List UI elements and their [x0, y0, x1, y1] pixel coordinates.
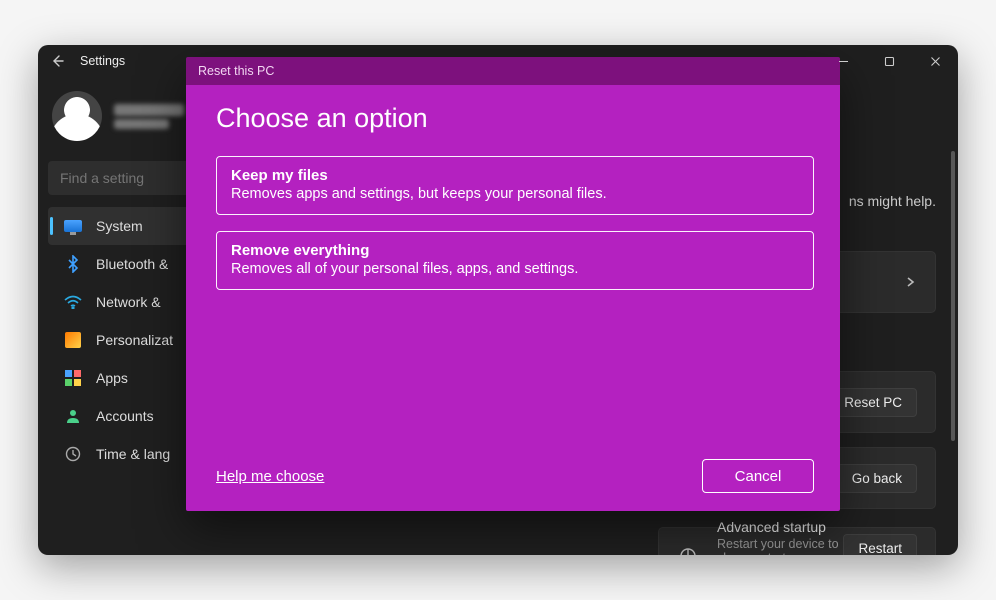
- system-icon: [64, 217, 82, 235]
- sidebar-item-label: Personalizat: [96, 332, 173, 348]
- option-keep-my-files[interactable]: Keep my files Removes apps and settings,…: [216, 156, 814, 215]
- restart-now-button[interactable]: Restart now: [843, 534, 917, 555]
- sidebar-item-label: Time & lang: [96, 446, 170, 462]
- sidebar-item-label: Accounts: [96, 408, 154, 424]
- settings-window: Settings System: [38, 45, 958, 555]
- row-description: Restart your device to change startup se…: [717, 537, 843, 555]
- content-scrollbar[interactable]: [951, 151, 955, 441]
- sidebar-item-label: Bluetooth &: [96, 256, 168, 272]
- dialog-footer: Help me choose Cancel: [216, 459, 814, 493]
- accounts-icon: [64, 407, 82, 425]
- personalization-icon: [64, 331, 82, 349]
- option-title: Keep my files: [231, 167, 799, 184]
- wifi-icon: [64, 293, 82, 311]
- clock-icon: [64, 445, 82, 463]
- user-name-redacted: [114, 104, 184, 116]
- option-description: Removes apps and settings, but keeps you…: [231, 186, 799, 202]
- window-controls: [820, 45, 958, 77]
- recovery-hint-text: ns might help.: [849, 193, 936, 209]
- user-text: [114, 104, 184, 129]
- dialog-titlebar: Reset this PC: [186, 57, 840, 85]
- sidebar-item-label: Apps: [96, 370, 128, 386]
- user-email-redacted: [114, 119, 169, 129]
- cancel-button[interactable]: Cancel: [702, 459, 814, 493]
- reset-pc-button[interactable]: Reset PC: [829, 388, 917, 417]
- option-remove-everything[interactable]: Remove everything Removes all of your pe…: [216, 231, 814, 290]
- bluetooth-icon: [64, 255, 82, 273]
- app-title: Settings: [80, 54, 125, 68]
- go-back-button[interactable]: Go back: [837, 464, 917, 493]
- minimize-button[interactable]: [820, 45, 866, 77]
- chevron-right-icon: [903, 275, 917, 289]
- row-title: Advanced startup: [717, 519, 843, 535]
- advanced-startup-row: Advanced startup Restart your device to …: [658, 527, 936, 555]
- sidebar-item-label: Network &: [96, 294, 161, 310]
- help-me-choose-link[interactable]: Help me choose: [216, 468, 324, 485]
- dialog-body: Choose an option Keep my files Removes a…: [186, 85, 840, 511]
- power-icon: [677, 544, 699, 555]
- maximize-button[interactable]: [866, 45, 912, 77]
- row-text: Advanced startup Restart your device to …: [717, 519, 843, 555]
- sidebar-item-label: System: [96, 218, 143, 234]
- back-button[interactable]: [48, 52, 66, 70]
- close-button[interactable]: [912, 45, 958, 77]
- reset-pc-dialog: Reset this PC Choose an option Keep my f…: [186, 57, 840, 511]
- apps-icon: [64, 369, 82, 387]
- option-description: Removes all of your personal files, apps…: [231, 261, 799, 277]
- option-title: Remove everything: [231, 242, 799, 259]
- avatar: [52, 91, 102, 141]
- dialog-heading: Choose an option: [216, 103, 814, 134]
